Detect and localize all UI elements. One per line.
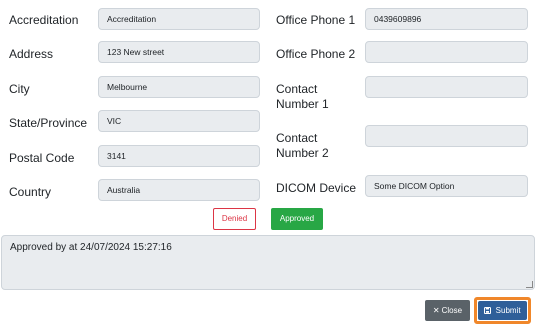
state-label: State/Province bbox=[9, 116, 88, 130]
close-button[interactable]: ✕ Close bbox=[425, 300, 470, 321]
office-phone-2-label: Office Phone 2 bbox=[276, 47, 356, 61]
approved-button[interactable]: Approved bbox=[271, 208, 323, 230]
dicom-device-label: DICOM Device bbox=[276, 181, 357, 195]
country-field[interactable]: Australia bbox=[98, 179, 260, 201]
submit-button-label: Submit bbox=[495, 306, 521, 315]
contact-number-1-label-line1: Contact bbox=[276, 82, 318, 96]
contact-number-2-label-line2: Number 2 bbox=[276, 146, 329, 160]
postal-code-field[interactable]: 3141 bbox=[98, 145, 260, 167]
country-label: Country bbox=[9, 185, 52, 199]
address-label: Address bbox=[9, 47, 54, 61]
submit-button[interactable]: Submit bbox=[478, 301, 527, 320]
resize-handle-icon[interactable] bbox=[526, 281, 533, 288]
approval-note-textarea[interactable]: Approved by at 24/07/2024 15:27:16 bbox=[1, 235, 535, 290]
accreditation-field[interactable]: Accreditation bbox=[98, 8, 260, 30]
contact-number-2-label-line1: Contact bbox=[276, 131, 318, 145]
city-field[interactable]: Melbourne bbox=[98, 76, 260, 98]
contact-number-1-label: Contact Number 1 bbox=[276, 82, 329, 112]
denied-button[interactable]: Denied bbox=[213, 208, 256, 230]
office-phone-2-field[interactable] bbox=[365, 41, 528, 63]
x-icon: ✕ bbox=[432, 306, 440, 315]
contact-number-2-label: Contact Number 2 bbox=[276, 131, 329, 161]
state-field[interactable]: VIC bbox=[98, 110, 260, 132]
dicom-device-field[interactable]: Some DICOM Option bbox=[365, 175, 528, 197]
address-field[interactable]: 123 New street bbox=[98, 41, 260, 63]
contact-number-1-label-line2: Number 1 bbox=[276, 97, 329, 111]
accreditation-label: Accreditation bbox=[9, 13, 79, 27]
contact-number-2-field[interactable] bbox=[365, 125, 528, 147]
save-icon bbox=[484, 306, 493, 315]
approval-note-text: Approved by at 24/07/2024 15:27:16 bbox=[10, 242, 172, 253]
submit-focus-ring: Submit bbox=[474, 297, 531, 324]
office-phone-1-field[interactable]: 0439609896 bbox=[365, 8, 528, 30]
close-button-label: Close bbox=[441, 306, 463, 315]
postal-code-label: Postal Code bbox=[9, 151, 75, 165]
office-phone-1-label: Office Phone 1 bbox=[276, 13, 356, 27]
contact-number-1-field[interactable] bbox=[365, 76, 528, 98]
city-label: City bbox=[9, 82, 30, 96]
